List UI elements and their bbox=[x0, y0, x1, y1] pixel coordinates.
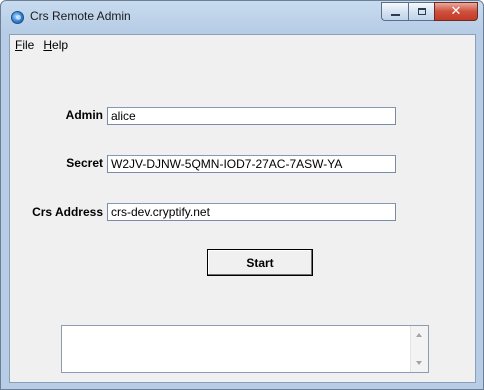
admin-label: Admin bbox=[65, 108, 103, 122]
globe-icon bbox=[11, 11, 24, 24]
secret-input[interactable] bbox=[107, 155, 396, 173]
scroll-down-icon[interactable] bbox=[416, 361, 422, 365]
title-bar[interactable]: Crs Remote Admin ✕ bbox=[1, 1, 483, 34]
menu-file[interactable]: File bbox=[11, 38, 38, 52]
maximize-button[interactable] bbox=[408, 2, 434, 21]
caption-buttons: ✕ bbox=[381, 2, 478, 22]
crs-address-input[interactable] bbox=[107, 203, 396, 221]
menu-file-label: ile bbox=[22, 37, 35, 52]
scroll-up-icon[interactable] bbox=[416, 333, 422, 337]
minimize-icon bbox=[390, 13, 400, 16]
client-area: File Help Admin Secret Crs Address Start bbox=[9, 34, 476, 383]
window-title: Crs Remote Admin bbox=[30, 9, 131, 23]
log-output[interactable] bbox=[61, 325, 429, 373]
log-scrollbar[interactable] bbox=[410, 326, 428, 372]
menu-help[interactable]: Help bbox=[39, 38, 72, 52]
menu-help-mnemonic: H bbox=[43, 37, 53, 52]
close-icon: ✕ bbox=[450, 4, 462, 19]
admin-input[interactable] bbox=[107, 107, 396, 125]
app-window: Crs Remote Admin ✕ File Help Admin Secre… bbox=[0, 0, 484, 390]
start-button[interactable]: Start bbox=[207, 249, 313, 276]
maximize-icon bbox=[417, 8, 426, 15]
secret-label: Secret bbox=[66, 156, 103, 170]
minimize-button[interactable] bbox=[381, 2, 408, 21]
menu-bar: File Help bbox=[10, 35, 475, 54]
menu-help-label: elp bbox=[52, 37, 69, 52]
crs-address-label: Crs Address bbox=[32, 205, 103, 219]
close-button[interactable]: ✕ bbox=[434, 2, 478, 21]
